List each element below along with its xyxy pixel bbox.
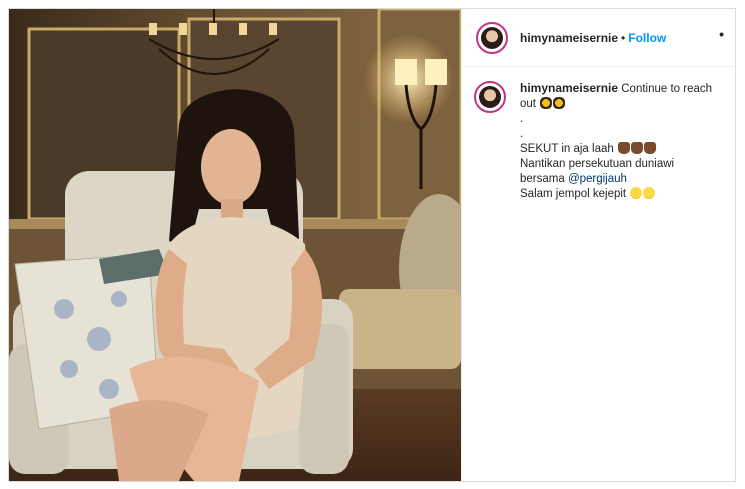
hand-emoji-icon [643, 142, 656, 154]
bee-emoji-icon [540, 97, 553, 109]
caption-line-6: Salam jempol kejepit [520, 187, 720, 202]
caption-line-2: out [520, 97, 720, 112]
more-options-icon[interactable]: • [719, 27, 724, 41]
mention-link[interactable]: @pergijauh [568, 173, 627, 185]
avatar-photo [479, 86, 501, 108]
instagram-post-card: himynameisernie • Follow • himynameisernie… [8, 8, 736, 482]
caption-username[interactable]: himynameisernie [520, 81, 618, 95]
caption-line-1: himynameisernie Continue to reach [520, 81, 720, 97]
caption-line-5-text: bersama [520, 173, 568, 185]
follow-button[interactable]: Follow [628, 31, 666, 45]
bee-emoji-icon [553, 97, 566, 109]
header-text: himynameisernie • Follow [520, 29, 666, 47]
laughing-emoji-icon [643, 187, 656, 199]
post-photo-image [9, 9, 461, 481]
author-avatar[interactable] [476, 22, 508, 54]
author-username[interactable]: himynameisernie [520, 31, 618, 45]
caption-line-1-text: Continue to reach [621, 83, 713, 95]
avatar-photo [481, 27, 503, 49]
caption-dot-2: . [520, 128, 524, 140]
caption-text: himynameisernie Continue to reach out . … [520, 81, 720, 202]
caption-avatar[interactable] [474, 81, 506, 113]
caption-line-6-text: Salam jempol kejepit [520, 188, 627, 200]
caption-line-3-text: SEKUT in aja laah [520, 143, 614, 155]
caption-line-2-text: out [520, 98, 536, 110]
caption-dot-1: . [520, 113, 524, 125]
caption-line-3: SEKUT in aja laah [520, 142, 720, 157]
hand-emoji-icon [617, 142, 630, 154]
laughing-emoji-icon [630, 187, 643, 199]
caption-line-5: bersama @pergijauh [520, 172, 720, 187]
post-header: himynameisernie • Follow • [462, 9, 735, 67]
hand-emoji-icon [630, 142, 643, 154]
header-separator: • [621, 31, 626, 45]
caption-line-4: Nantikan persekutuan duniawi [520, 158, 675, 170]
post-sidebar: himynameisernie • Follow • himynameisernie… [461, 9, 735, 481]
post-photo[interactable] [9, 9, 461, 481]
